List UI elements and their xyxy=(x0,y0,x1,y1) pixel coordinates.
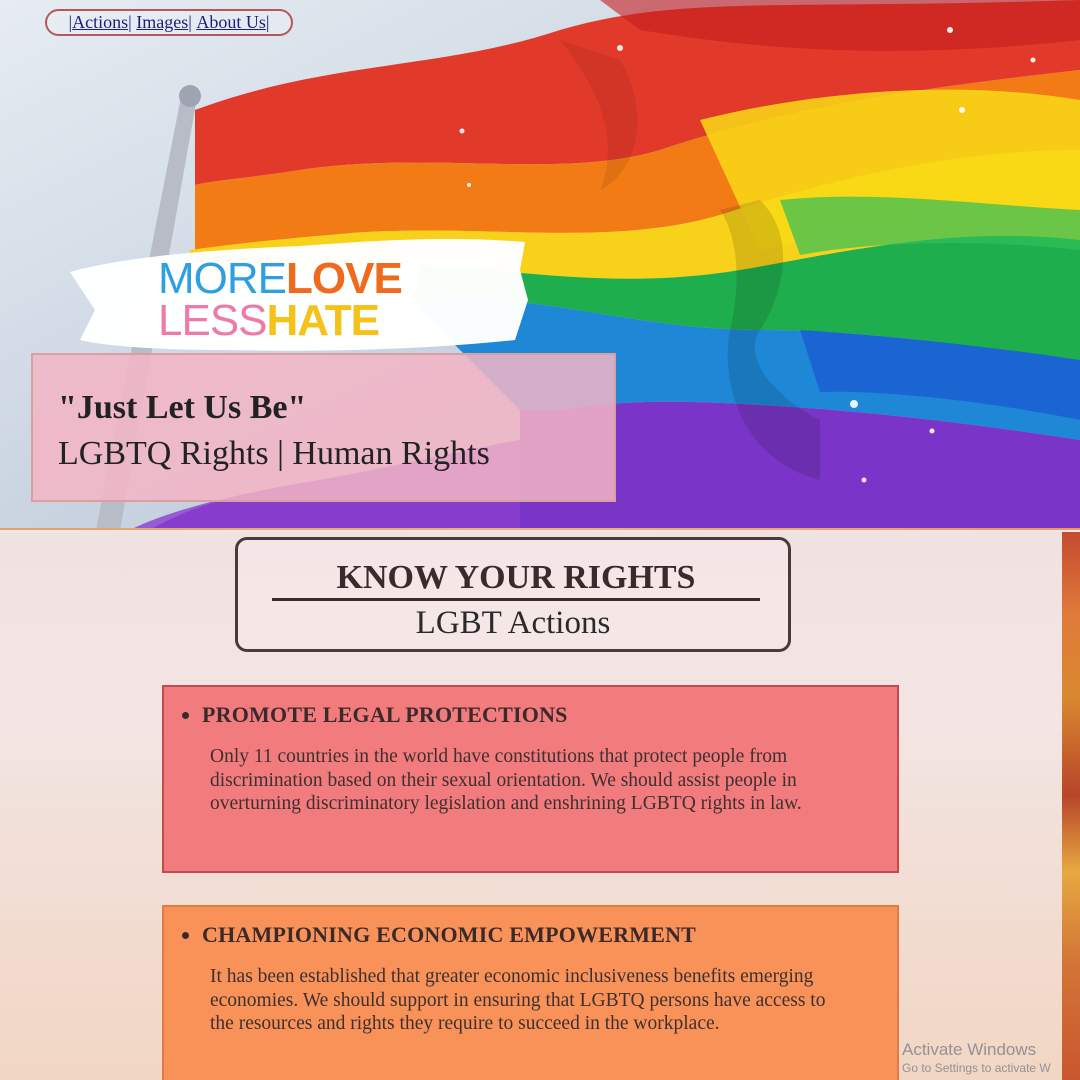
card-title: CHAMPIONING ECONOMIC EMPOWERMENT xyxy=(202,922,696,948)
rights-heading: KNOW YOUR RIGHTS xyxy=(272,558,760,601)
hero-banner: | Actions | Images | About Us | MORELOVE… xyxy=(0,0,1080,530)
activate-windows-watermark: Activate Windows Go to Settings to activ… xyxy=(902,1040,1051,1076)
card-body: It has been established that greater eco… xyxy=(210,966,826,1034)
nav-separator: | xyxy=(188,12,192,32)
action-card-economic-empowerment: CHAMPIONING ECONOMIC EMPOWERMENT It has … xyxy=(162,905,899,1080)
action-card-legal-protections: PROMOTE LEGAL PROTECTIONS Only 11 countr… xyxy=(162,685,899,873)
watermark-subtitle: Go to Settings to activate W xyxy=(902,1061,1051,1075)
know-your-rights-box: KNOW YOUR RIGHTS LGBT Actions xyxy=(235,537,791,652)
nav-separator: | xyxy=(265,12,270,32)
decorative-side-strip xyxy=(1062,532,1080,1080)
nav-link-actions[interactable]: Actions xyxy=(72,12,128,33)
nav-link-images[interactable]: Images xyxy=(136,12,188,33)
nav-link-about-us[interactable]: About Us xyxy=(196,12,266,33)
watermark-title: Activate Windows xyxy=(902,1040,1037,1059)
card-body: Only 11 countries in the world have cons… xyxy=(210,746,802,814)
hero-title-box: "Just Let Us Be" LGBTQ Rights | Human Ri… xyxy=(31,353,616,502)
card-title: PROMOTE LEGAL PROTECTIONS xyxy=(202,702,568,728)
hero-divider xyxy=(0,528,1080,530)
hero-quote: "Just Let Us Be" xyxy=(58,389,307,426)
rights-subheading: LGBT Actions xyxy=(415,605,611,641)
logo-hate: HATE xyxy=(266,296,381,345)
top-nav: | Actions | Images | About Us | xyxy=(45,9,293,36)
nav-separator: | xyxy=(128,12,132,32)
more-love-less-hate-logo: MORELOVE LESSHATE xyxy=(158,257,403,345)
hero-subtitle: LGBTQ Rights | Human Rights xyxy=(58,435,490,472)
logo-less: LESS xyxy=(158,296,268,345)
